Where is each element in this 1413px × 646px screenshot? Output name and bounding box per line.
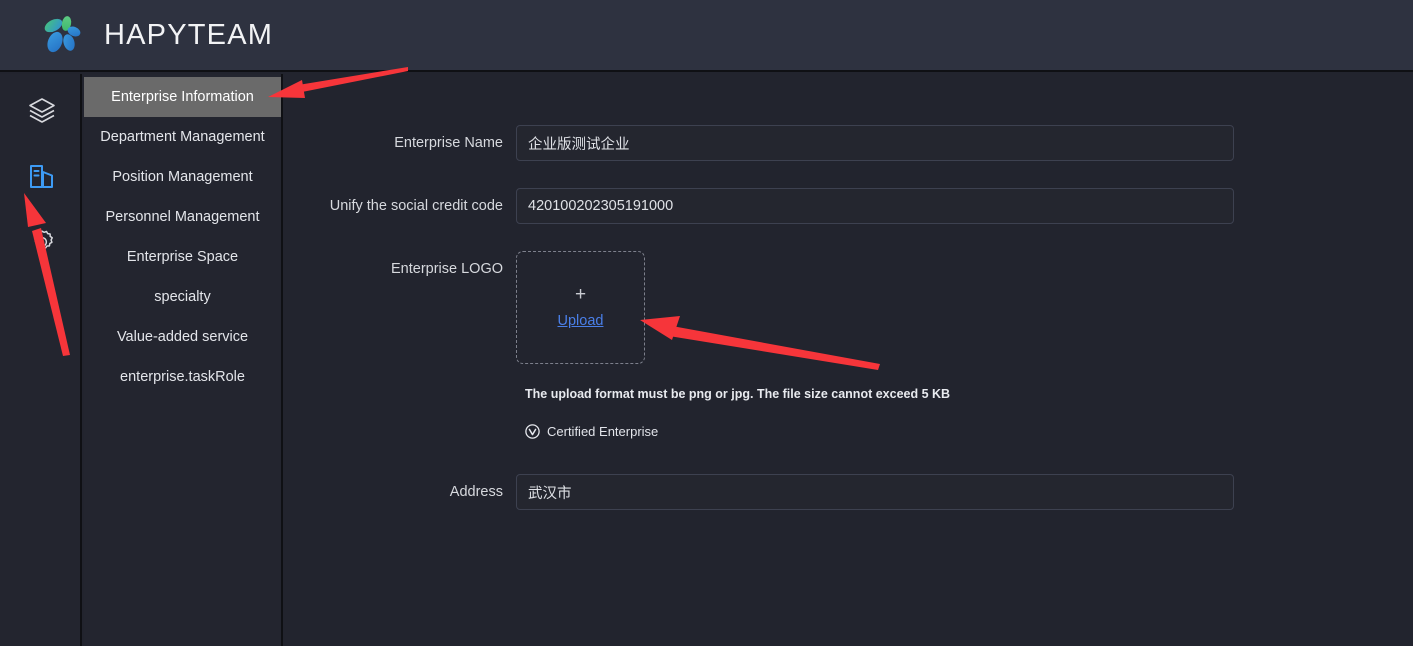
menu-item-department-management[interactable]: Department Management bbox=[84, 117, 281, 157]
credit-code-input[interactable] bbox=[516, 188, 1234, 224]
enterprise-name-label: Enterprise Name bbox=[394, 135, 503, 151]
field-enterprise-logo: Enterprise LOGO + Upload bbox=[285, 251, 645, 364]
gear-icon bbox=[34, 230, 53, 249]
menu-item-enterprise-information[interactable]: Enterprise Information bbox=[84, 77, 281, 117]
building-icon bbox=[30, 165, 53, 188]
upload-format-hint: The upload format must be png or jpg. Th… bbox=[525, 387, 951, 401]
rail-item-building[interactable] bbox=[20, 154, 64, 198]
certified-enterprise-badge: Certified Enterprise bbox=[525, 424, 658, 439]
nav-menu: Enterprise Information Department Manage… bbox=[84, 74, 283, 646]
layers-icon bbox=[29, 98, 55, 123]
menu-item-label: Department Management bbox=[100, 129, 265, 145]
menu-item-label: Enterprise Information bbox=[111, 89, 254, 105]
menu-item-specialty[interactable]: specialty bbox=[84, 277, 281, 317]
content-area: Enterprise Name Unify the social credit … bbox=[285, 74, 1413, 646]
app-header: HAPYTEAM bbox=[0, 0, 1413, 72]
logo-upload-dropzone[interactable]: + Upload bbox=[516, 251, 645, 364]
plus-icon: + bbox=[574, 284, 587, 305]
brand-title: HAPYTEAM bbox=[104, 18, 274, 51]
field-address: Address bbox=[285, 474, 1234, 510]
address-input[interactable] bbox=[516, 474, 1234, 510]
rail-item-layers[interactable] bbox=[20, 88, 64, 132]
certified-enterprise-label: Certified Enterprise bbox=[547, 424, 659, 439]
rail-item-settings[interactable] bbox=[20, 220, 64, 264]
menu-item-label: enterprise.taskRole bbox=[120, 369, 245, 385]
credit-code-label: Unify the social credit code bbox=[329, 198, 503, 214]
menu-item-label: specialty bbox=[154, 289, 211, 305]
enterprise-logo-label: Enterprise LOGO bbox=[390, 261, 503, 277]
app-root: HAPYTEAM Enterprise Information Departme… bbox=[0, 0, 1413, 646]
menu-item-enterprise-task-role[interactable]: enterprise.taskRole bbox=[84, 357, 281, 397]
upload-link[interactable]: Upload bbox=[558, 313, 604, 329]
enterprise-name-input[interactable] bbox=[516, 125, 1234, 161]
menu-item-position-management[interactable]: Position Management bbox=[84, 157, 281, 197]
menu-item-label: Value-added service bbox=[116, 329, 249, 345]
menu-item-value-added-service[interactable]: Value-added service bbox=[84, 317, 281, 357]
menu-item-label: Enterprise Space bbox=[126, 249, 239, 265]
menu-item-label: Position Management bbox=[112, 169, 253, 185]
icon-rail bbox=[0, 74, 82, 646]
menu-item-label: Personnel Management bbox=[105, 209, 260, 225]
menu-item-personnel-management[interactable]: Personnel Management bbox=[84, 197, 281, 237]
field-enterprise-name: Enterprise Name bbox=[285, 125, 1234, 161]
address-label: Address bbox=[449, 484, 503, 500]
verified-check-circle-icon bbox=[525, 424, 540, 439]
leaf-flower-logo-icon bbox=[44, 16, 81, 53]
field-credit-code: Unify the social credit code bbox=[285, 188, 1234, 224]
menu-item-enterprise-space[interactable]: Enterprise Space bbox=[84, 237, 281, 277]
